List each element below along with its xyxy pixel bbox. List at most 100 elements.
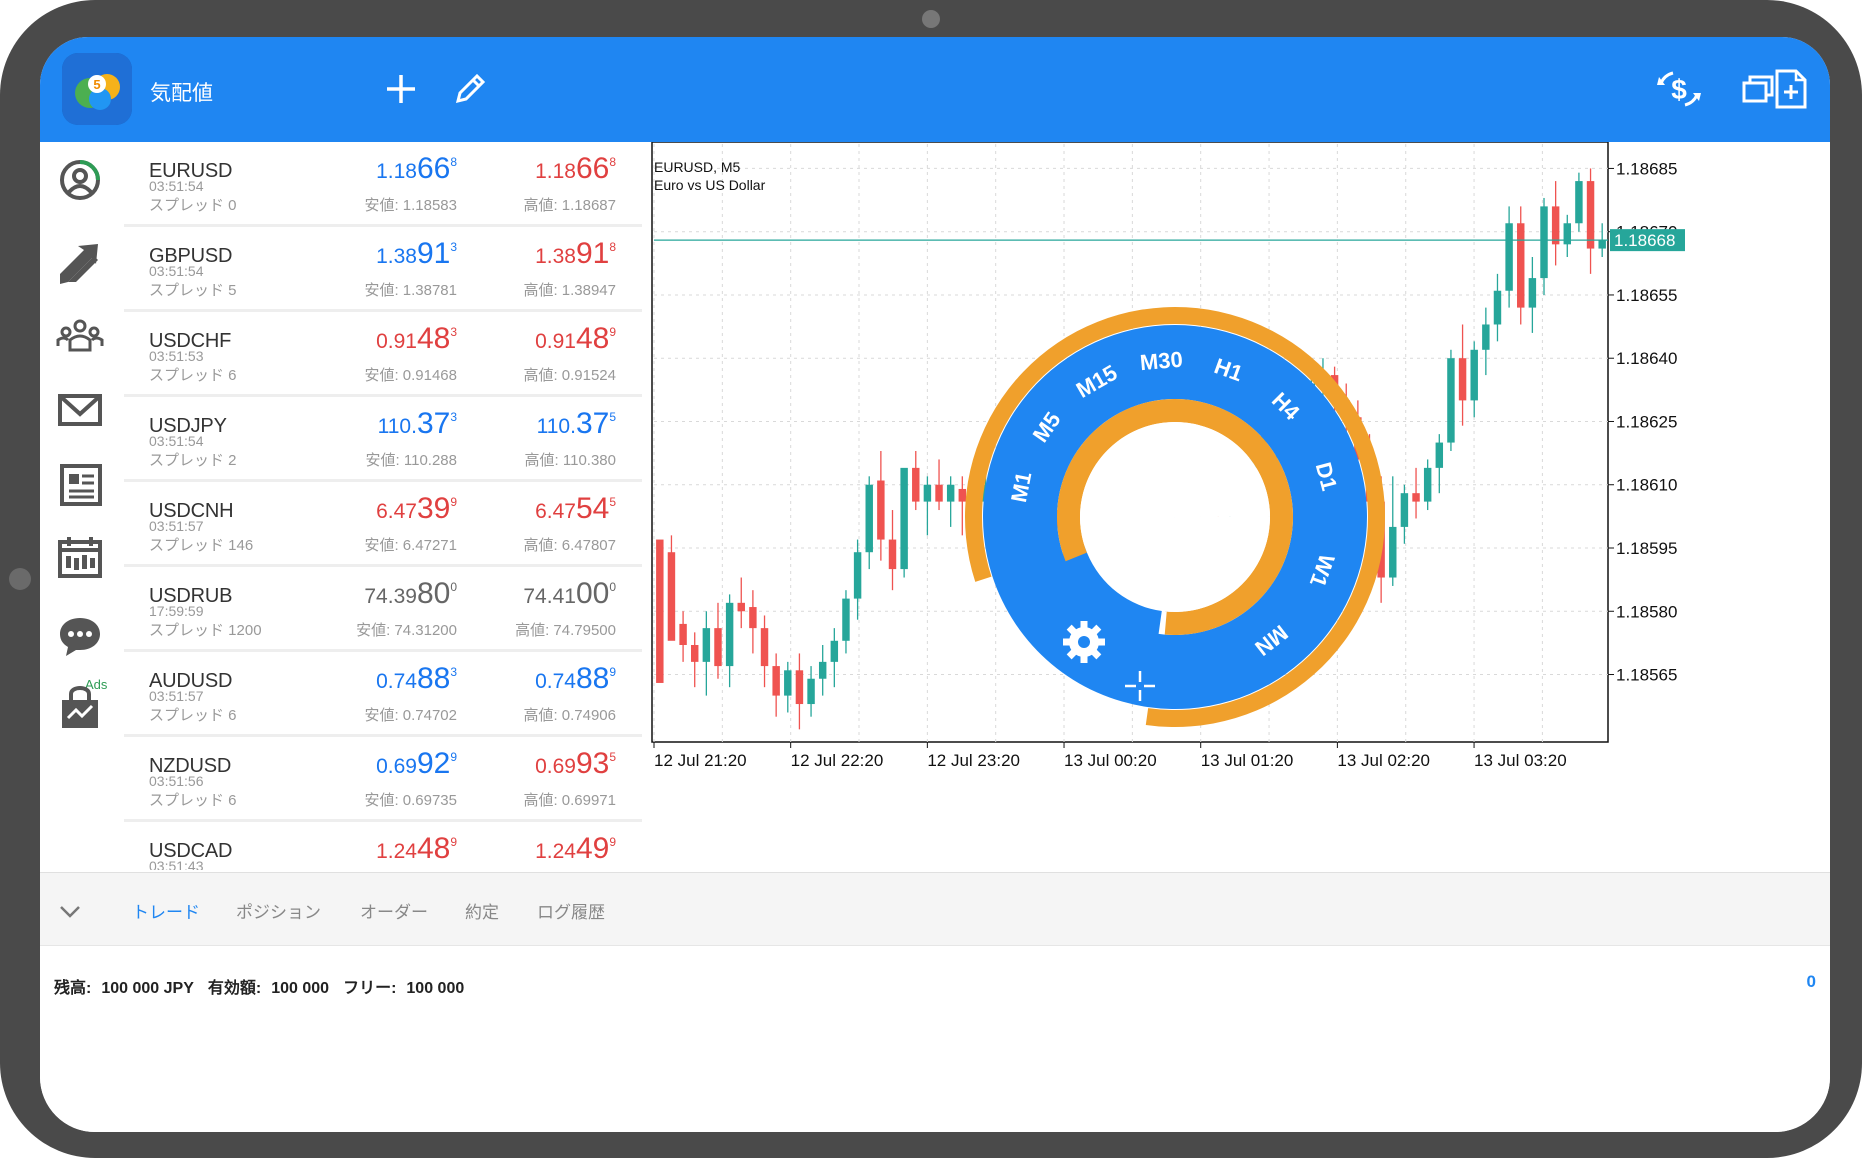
ask-price: 110.375	[537, 407, 616, 441]
candle-body	[714, 628, 722, 667]
candle-body	[900, 467, 908, 570]
bid-price-pre: 1.24	[376, 840, 417, 863]
quote-row[interactable]: GBPUSD 03:51:54 スプレッド 5 1.38913 1.38918 安値: 1…	[124, 227, 642, 309]
quote-row[interactable]: USDJPY 03:51:54 スプレッド 2 110.373 110.375 安値: 1…	[124, 397, 642, 479]
quote-low: 安値: 74.31200	[356, 622, 457, 639]
bid-price-big: 88	[416, 662, 451, 695]
quote-time: 03:51:56	[149, 773, 204, 789]
ask-price: 1.38918	[535, 237, 616, 271]
settings-gear-icon[interactable]	[1063, 621, 1105, 663]
ask-price: 1.24499	[535, 832, 616, 866]
chart-symbol-label: EURUSD, M5	[654, 159, 741, 175]
y-tick-label: 1.18685	[1616, 159, 1677, 178]
candle-body	[702, 628, 711, 662]
quote-time: 03:51:53	[149, 348, 204, 364]
quote-row[interactable]: NZDUSD 03:51:56 スプレッド 6 0.69929 0.69935 安値: 0…	[124, 737, 642, 819]
candlestick-chart[interactable]: 1.186851.186701.186551.186401.186251.186…	[608, 142, 1830, 872]
ask-price-pre: 1.18	[535, 160, 576, 183]
chart-panel[interactable]: 1.186851.186701.186551.186401.186251.186…	[608, 142, 1830, 872]
candle-body	[958, 488, 967, 502]
community-icon[interactable]	[54, 310, 106, 362]
quote-time: 17:59:59	[149, 603, 204, 619]
quote-high: 高値: 1.18687	[523, 197, 616, 214]
quote-spread: スプレッド 1200	[149, 622, 262, 639]
quote-row[interactable]: EURUSD 03:51:54 スプレッド 0 1.18668 1.18668 安値: 1…	[124, 142, 642, 224]
bid-price-pre: 110.	[377, 415, 417, 438]
candle-body	[865, 484, 873, 553]
ask-price-big: 37	[575, 407, 610, 440]
calendar-icon[interactable]	[54, 532, 106, 584]
market-icon[interactable]	[54, 682, 106, 734]
quote-low: 安値: 0.69735	[364, 792, 457, 809]
quotes-icon[interactable]	[54, 154, 106, 206]
mail-icon[interactable]	[54, 384, 106, 436]
candle-body	[946, 484, 955, 502]
quote-spread: スプレッド 2	[149, 452, 237, 469]
balance-label: 残高:	[54, 980, 92, 997]
news-icon[interactable]	[54, 458, 106, 510]
tab-trade[interactable]: トレード	[132, 898, 200, 923]
candle-body	[1586, 181, 1595, 249]
ask-price-pre: 1.38	[535, 245, 576, 268]
add-icon[interactable]	[375, 63, 427, 115]
candle-body	[1470, 349, 1478, 401]
quote-row[interactable]: USDRUB 17:59:59 スプレッド 1200 74.39800 74.41000…	[124, 567, 642, 649]
y-tick-label: 1.18625	[1616, 412, 1677, 431]
ask-price-pre: 1.24	[535, 840, 576, 863]
bid-price-big: 92	[416, 747, 451, 780]
candle-body	[912, 467, 920, 502]
tab-log-history[interactable]: ログ履歴	[537, 898, 605, 923]
quote-row[interactable]: USDCNH 03:51:57 スプレッド 146 6.47399 6.47545 安値:…	[124, 482, 642, 564]
bid-price-pre: 0.69	[376, 755, 417, 778]
chevron-down-icon[interactable]	[56, 897, 84, 925]
new-document-icon[interactable]	[1764, 63, 1816, 115]
candle-body	[1563, 223, 1572, 245]
ask-price-big: 00	[575, 577, 610, 610]
top-app-bar: 5 気配値 $	[40, 37, 1830, 142]
quote-spread: スプレッド 0	[149, 197, 237, 214]
quote-spread: スプレッド 5	[149, 282, 237, 299]
timeframe-m30[interactable]: M30	[1139, 347, 1184, 376]
quote-row[interactable]: USDCHF 03:51:53 スプレッド 6 0.91483 0.91489 安値: 0…	[124, 312, 642, 394]
y-tick-label: 1.18580	[1616, 602, 1677, 621]
currency-exchange-icon[interactable]: $	[1653, 63, 1705, 115]
quote-time: 03:51:54	[149, 263, 204, 279]
quote-time: 03:51:54	[149, 178, 204, 194]
edit-icon[interactable]	[444, 63, 496, 115]
candle-body	[1389, 526, 1397, 578]
bid-price-sup: 3	[450, 409, 457, 424]
svg-text:$: $	[1671, 74, 1687, 105]
quote-high: 高値: 0.74906	[523, 707, 616, 724]
bid-price-pre: 1.18	[376, 160, 417, 183]
app-logo-icon: 5	[62, 53, 132, 125]
chat-icon[interactable]	[54, 610, 106, 662]
tablet-frame: 5 気配値 $ Ads EURUSD 03:51:54 スプレッド 0 1.18…	[0, 0, 1862, 1158]
candle-body	[1551, 206, 1560, 245]
quote-row[interactable]: USDCAD 03:51:43 1.24489 1.24499	[124, 822, 642, 870]
x-tick-label: 13 Jul 02:20	[1337, 751, 1430, 770]
bid-price-sup: 9	[450, 749, 457, 764]
bid-price-sup: 3	[450, 324, 457, 339]
profit-value: 0	[1806, 972, 1816, 991]
x-tick-label: 13 Jul 00:20	[1064, 751, 1157, 770]
bid-price-pre: 1.38	[376, 245, 417, 268]
tab-positions[interactable]: ポジション	[236, 898, 321, 923]
bid-price: 1.24489	[376, 832, 457, 866]
candle-body	[853, 552, 862, 599]
bid-price-pre: 0.74	[376, 670, 417, 693]
quote-low: 安値: 1.18583	[364, 197, 457, 214]
candle-body	[935, 484, 943, 502]
candle-body	[1435, 442, 1444, 468]
candle-body	[1482, 324, 1490, 350]
ask-price-big: 66	[575, 152, 610, 185]
bid-price-big: 37	[416, 407, 451, 440]
tab-orders[interactable]: オーダー	[360, 898, 428, 923]
candle-body	[760, 628, 769, 667]
candle-body	[1575, 181, 1583, 224]
candle-body	[1458, 358, 1467, 401]
tab-deals[interactable]: 約定	[465, 898, 499, 923]
quote-spread: スプレッド 146	[149, 537, 254, 554]
trade-icon[interactable]	[54, 238, 106, 290]
y-tick-label: 1.18610	[1616, 476, 1677, 495]
quote-row[interactable]: AUDUSD 03:51:57 スプレッド 6 0.74883 0.74889 安値: 0…	[124, 652, 642, 734]
